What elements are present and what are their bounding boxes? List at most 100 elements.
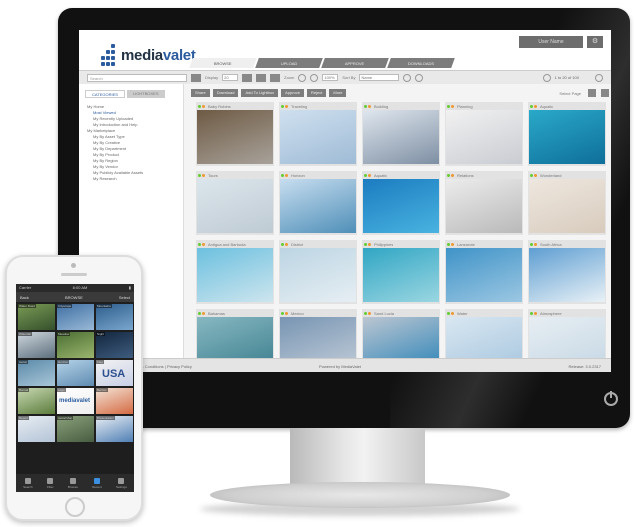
list-view-icon[interactable] bbox=[256, 73, 267, 82]
phone-asset-tile[interactable]: Bonsai bbox=[18, 388, 55, 414]
phone-tab-filter[interactable]: Filter bbox=[47, 477, 54, 489]
asset-thumbnail[interactable] bbox=[197, 179, 273, 233]
asset-card-header: Sand Lucia bbox=[362, 309, 440, 317]
phone-asset-tile[interactable]: Night bbox=[96, 332, 133, 358]
prev-page-icon[interactable] bbox=[542, 73, 551, 82]
asset-thumbnail[interactable] bbox=[363, 248, 439, 302]
status-dot-icon bbox=[281, 242, 284, 246]
detail-view-icon[interactable] bbox=[270, 73, 281, 82]
phone-tab-browse[interactable]: Browse bbox=[68, 477, 78, 489]
phone-asset-tile[interactable]: Mountains bbox=[96, 304, 133, 330]
sidebar-item[interactable]: My Research bbox=[87, 176, 179, 182]
power-icon[interactable] bbox=[604, 391, 618, 406]
next-page-icon[interactable] bbox=[595, 73, 603, 82]
asset-thumbnail[interactable] bbox=[280, 248, 356, 302]
status-dot-icon bbox=[534, 173, 537, 177]
phone-tab-settings[interactable]: Settings bbox=[116, 477, 127, 489]
asset-card[interactable]: Building bbox=[362, 102, 440, 166]
phone-tile-caption: Report bbox=[18, 416, 30, 420]
asset-card[interactable]: District bbox=[279, 240, 357, 304]
asset-card[interactable]: Wonderland bbox=[528, 171, 606, 235]
asset-card[interactable]: Aquatic bbox=[362, 171, 440, 235]
asset-title: Tours bbox=[208, 172, 218, 178]
zoom-in-icon[interactable] bbox=[310, 73, 319, 82]
asset-card[interactable]: South Africa bbox=[528, 240, 606, 304]
display-select[interactable]: 20 bbox=[222, 74, 239, 81]
phone-asset-tile[interactable]: Presentation bbox=[96, 416, 133, 442]
asset-thumbnail[interactable] bbox=[197, 248, 273, 302]
reject-button[interactable]: Reject bbox=[307, 89, 327, 97]
asset-card[interactable]: Aquatic bbox=[528, 102, 606, 166]
tab-browse[interactable]: BROWSE bbox=[189, 58, 257, 68]
asset-thumbnail[interactable] bbox=[363, 179, 439, 233]
phone-tab-recent[interactable]: Recent bbox=[92, 477, 102, 489]
zoom-value[interactable]: 100% bbox=[322, 74, 339, 81]
asset-thumbnail[interactable] bbox=[529, 110, 605, 164]
status-dot-icon bbox=[198, 242, 201, 246]
tab-lightboxes[interactable]: LIGHTBOXES bbox=[126, 90, 165, 98]
status-dot-icon bbox=[368, 173, 371, 177]
speaker-grille bbox=[61, 273, 87, 276]
asset-thumbnail[interactable] bbox=[446, 248, 522, 302]
tab-downloads[interactable]: DOWNLOADS bbox=[387, 58, 455, 68]
phone-asset-tile[interactable]: Logo mediavalet bbox=[57, 388, 94, 414]
select-none-icon[interactable] bbox=[601, 89, 609, 97]
select-page-label[interactable]: Select Page bbox=[559, 91, 581, 96]
zoom-out-icon[interactable] bbox=[298, 73, 307, 82]
status-dot-icon bbox=[447, 311, 450, 315]
add-to-lightbox-button[interactable]: Add To Lightbox bbox=[241, 89, 279, 97]
gear-icon[interactable]: ⚙ bbox=[587, 36, 603, 48]
asset-card-header: Traveling bbox=[279, 102, 357, 110]
grid-view-icon[interactable] bbox=[242, 73, 253, 82]
phone-asset-tile[interactable]: Report bbox=[18, 416, 55, 442]
asset-thumbnail[interactable] bbox=[363, 110, 439, 164]
phone-select-button[interactable]: Select bbox=[119, 295, 130, 300]
sort-select[interactable]: Name bbox=[359, 74, 400, 81]
asset-thumbnail[interactable] bbox=[280, 179, 356, 233]
asset-card[interactable]: Horizon bbox=[279, 171, 357, 235]
phone-asset-tile[interactable]: Cityscape bbox=[57, 304, 94, 330]
search-input[interactable]: Search bbox=[87, 73, 187, 82]
asset-thumbnail[interactable] bbox=[280, 110, 356, 164]
select-all-icon[interactable] bbox=[588, 89, 596, 97]
asset-card[interactable]: Lanzarote bbox=[445, 240, 523, 304]
asset-card[interactable]: Antigua and Barbuda bbox=[196, 240, 274, 304]
asset-thumbnail[interactable] bbox=[446, 179, 522, 233]
phone-asset-tile[interactable]: Aerial Map bbox=[57, 416, 94, 442]
search-icon[interactable] bbox=[191, 73, 201, 82]
phone-asset-tile[interactable]: Berries bbox=[96, 388, 133, 414]
asset-card[interactable]: Planning bbox=[445, 102, 523, 166]
tab-upload[interactable]: UPLOAD bbox=[255, 58, 323, 68]
sort-desc-icon[interactable] bbox=[415, 73, 424, 82]
status-dot-icon bbox=[451, 311, 454, 315]
asset-card[interactable]: Philippines bbox=[362, 240, 440, 304]
asset-thumbnail[interactable] bbox=[529, 179, 605, 233]
tab-approve[interactable]: APPROVE bbox=[321, 58, 389, 68]
share-button[interactable]: Share bbox=[191, 89, 210, 97]
phone-asset-tile[interactable]: Waterfall bbox=[18, 332, 55, 358]
phone-asset-tile[interactable]: Water Road bbox=[18, 304, 55, 330]
asset-card[interactable]: Traveling bbox=[279, 102, 357, 166]
phone-tab-search[interactable]: Search bbox=[23, 477, 33, 489]
download-button[interactable]: Download bbox=[212, 89, 239, 97]
asset-card-header: Atmosphere bbox=[528, 309, 606, 317]
phone-back-button[interactable]: Back bbox=[20, 295, 29, 300]
approve-button[interactable]: Approve bbox=[281, 89, 305, 97]
phone-tile-caption: Cityscape bbox=[57, 304, 73, 308]
asset-card[interactable]: Tours bbox=[196, 171, 274, 235]
asset-thumbnail[interactable] bbox=[446, 110, 522, 164]
tab-categories[interactable]: CATEGORIES bbox=[85, 90, 125, 98]
home-button[interactable] bbox=[65, 497, 85, 517]
user-menu-button[interactable]: User Name bbox=[519, 36, 583, 48]
more-button[interactable]: More bbox=[329, 89, 347, 97]
asset-card[interactable]: Baby Robins bbox=[196, 102, 274, 166]
asset-thumbnail[interactable] bbox=[529, 248, 605, 302]
phone-asset-tile[interactable]: Flag USA bbox=[96, 360, 133, 386]
asset-thumbnail[interactable] bbox=[197, 110, 273, 164]
phone-asset-tile[interactable]: Meadow bbox=[57, 332, 94, 358]
sort-asc-icon[interactable] bbox=[403, 73, 412, 82]
phone-asset-tile[interactable]: Aerial bbox=[18, 360, 55, 386]
brand-logo[interactable]: mediavalet bbox=[101, 42, 196, 68]
phone-asset-tile[interactable]: Horizon bbox=[57, 360, 94, 386]
asset-card[interactable]: Relations bbox=[445, 171, 523, 235]
